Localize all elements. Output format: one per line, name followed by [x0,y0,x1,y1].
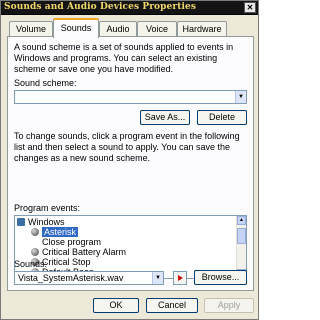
play-button[interactable] [173,271,187,285]
speaker-icon [31,248,39,256]
program-events-label: Program events: [14,203,81,213]
apply-button[interactable]: Apply [204,298,254,313]
chevron-down-icon[interactable]: ▼ [152,272,163,284]
chevron-down-icon[interactable]: ▼ [235,91,246,103]
tab-audio[interactable]: Audio [99,21,137,37]
scroll-up-icon[interactable]: ▲ [237,216,246,225]
browse-button[interactable]: Browse... [194,270,247,285]
windows-icon [17,218,25,226]
properties-dialog: Sounds and Audio Devices Properties ✕ Vo… [0,0,259,320]
window-title: Sounds and Audio Devices Properties [4,2,196,12]
sounds-dropdown[interactable]: Vista_SystemAsterisk.wav ▼ [14,271,164,285]
ok-button[interactable]: OK [93,298,139,313]
sounds-value: Vista_SystemAsterisk.wav [18,273,124,283]
close-button[interactable]: ✕ [244,2,256,13]
cancel-button[interactable]: Cancel [146,298,198,313]
tab-sounds[interactable]: Sounds [53,18,99,38]
events-instructions: To change sounds, click a program event … [14,131,240,163]
tab-hardware[interactable]: Hardware [177,21,227,37]
speaker-icon [31,228,39,236]
save-as-button[interactable]: Save As... [140,110,190,125]
sound-scheme-dropdown[interactable]: ▼ [14,90,247,104]
list-item-asterisk[interactable]: Asterisk [31,227,79,237]
tab-volume[interactable]: Volume [9,21,53,37]
sound-scheme-label: Sound scheme: [14,78,77,88]
sounds-label: Sounds: [14,259,48,269]
tab-voice[interactable]: Voice [137,21,177,37]
tab-strip: Volume Sounds Audio Voice Hardware [7,18,254,38]
title-bar[interactable]: Sounds and Audio Devices Properties ✕ [1,1,258,15]
list-item-windows[interactable]: Windows [17,217,65,227]
play-icon [178,275,183,281]
list-scrollbar[interactable]: ▲ ▼ [236,216,246,278]
delete-button[interactable]: Delete [197,110,247,125]
scheme-description: A sound scheme is a set of sounds applie… [14,42,234,74]
scrollbar-thumb[interactable] [237,228,246,244]
sounds-panel: A sound scheme is a set of sounds applie… [7,36,254,291]
list-item-close-program[interactable]: Close program [42,237,101,247]
list-item-critical-battery-alarm[interactable]: Critical Battery Alarm [31,247,126,257]
